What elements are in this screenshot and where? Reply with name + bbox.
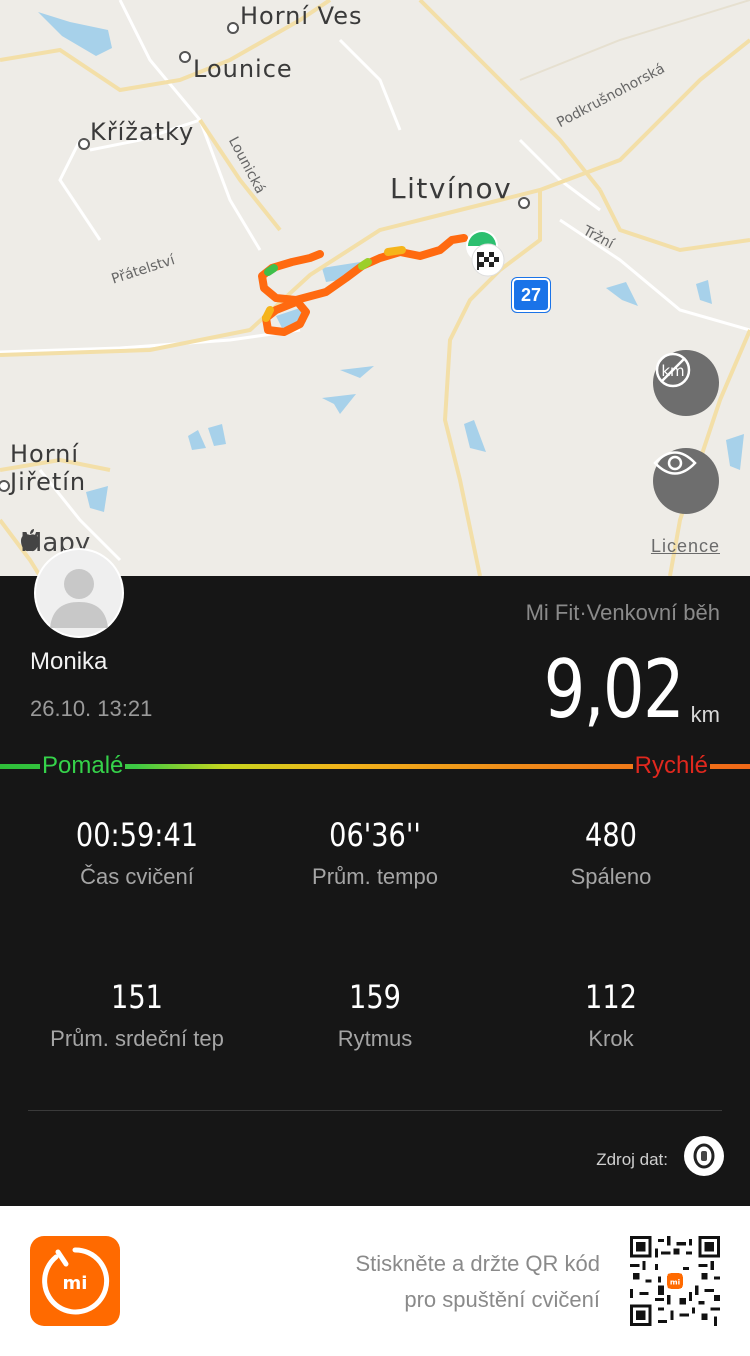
place-label: Lounice	[193, 55, 293, 83]
workout-source: Mi Fit·Venkovní běh	[525, 600, 720, 625]
distance-value: 9,02	[543, 643, 684, 736]
stat-value: 480	[585, 816, 637, 854]
stat-value: 151	[111, 978, 163, 1016]
qr-code[interactable]: mi	[630, 1236, 720, 1326]
qr-instructions: Stiskněte a držte QR kód pro spuštění cv…	[355, 1246, 600, 1318]
fitness-band-icon	[693, 1143, 715, 1169]
workout-datetime: 26.10. 13:21	[30, 696, 153, 721]
svg-text:mi: mi	[670, 1277, 680, 1286]
stat-label: Rytmus	[337, 1026, 413, 1051]
stat-avg-heart-rate: 151 Prům. srdeční tep	[12, 978, 262, 1052]
stat-stride: 112 Krok	[486, 978, 736, 1052]
stat-label: Spáleno	[570, 864, 652, 889]
eye-icon	[653, 451, 697, 475]
data-source-label: Zdroj dat:	[596, 1150, 668, 1169]
user-silhouette-icon	[36, 550, 122, 636]
stat-calories: 480 Spáleno	[486, 816, 736, 890]
stat-value: 159	[349, 978, 401, 1016]
place-label: Křížatky	[90, 118, 195, 146]
divider	[28, 1110, 722, 1111]
stat-avg-pace: 06'36'' Prům. tempo	[250, 816, 500, 890]
place-label: Litvínov	[390, 172, 513, 205]
user-name: Monika	[30, 648, 108, 675]
pace-slow-label: Pomalé	[40, 752, 126, 780]
stat-value: 00:59:41	[75, 816, 199, 854]
distance-unit: km	[690, 702, 720, 727]
km-off-icon: km	[655, 352, 691, 388]
stat-cadence: 159 Rytmus	[250, 978, 500, 1052]
view-toggle-button[interactable]	[653, 448, 719, 514]
place-label: Jiřetín	[10, 468, 87, 496]
qr-instructions-line: Stiskněte a držte QR kód	[355, 1251, 600, 1276]
route-number-badge: 27	[511, 277, 551, 313]
map-view[interactable]: Horní Ves Lounice Křížatky Litvínov Horn…	[0, 0, 750, 576]
workout-summary-panel: Monika 26.10. 13:21 Mi Fit·Venkovní běh …	[0, 548, 750, 1206]
pace-fast-label: Rychlé	[632, 752, 710, 780]
stat-duration: 00:59:41 Čas cvičení	[12, 816, 262, 890]
apple-icon	[21, 529, 39, 552]
data-source-device[interactable]	[684, 1136, 724, 1176]
mi-fit-icon: mi	[42, 1247, 110, 1315]
stat-label: Prům. srdeční tep	[50, 1026, 224, 1051]
svg-text:mi: mi	[63, 1273, 88, 1294]
units-toggle-button[interactable]: km	[653, 350, 719, 416]
avatar[interactable]	[34, 548, 124, 638]
stat-label: Prům. tempo	[312, 864, 438, 889]
footer: mi Stiskněte a držte QR kód pro spuštění…	[0, 1206, 750, 1356]
stat-label: Čas cvičení	[80, 864, 194, 889]
place-label: Horní	[10, 440, 80, 468]
distance: 9,02 km	[513, 648, 720, 732]
stat-label: Krok	[588, 1026, 634, 1051]
qr-instructions-line: pro spuštění cvičení	[404, 1287, 600, 1312]
place-label: Horní Ves	[240, 2, 363, 30]
licence-link[interactable]: Licence	[651, 536, 720, 557]
mi-fit-logo[interactable]: mi	[30, 1236, 120, 1326]
stat-value: 06'36''	[329, 816, 421, 854]
stat-value: 112	[585, 978, 637, 1016]
